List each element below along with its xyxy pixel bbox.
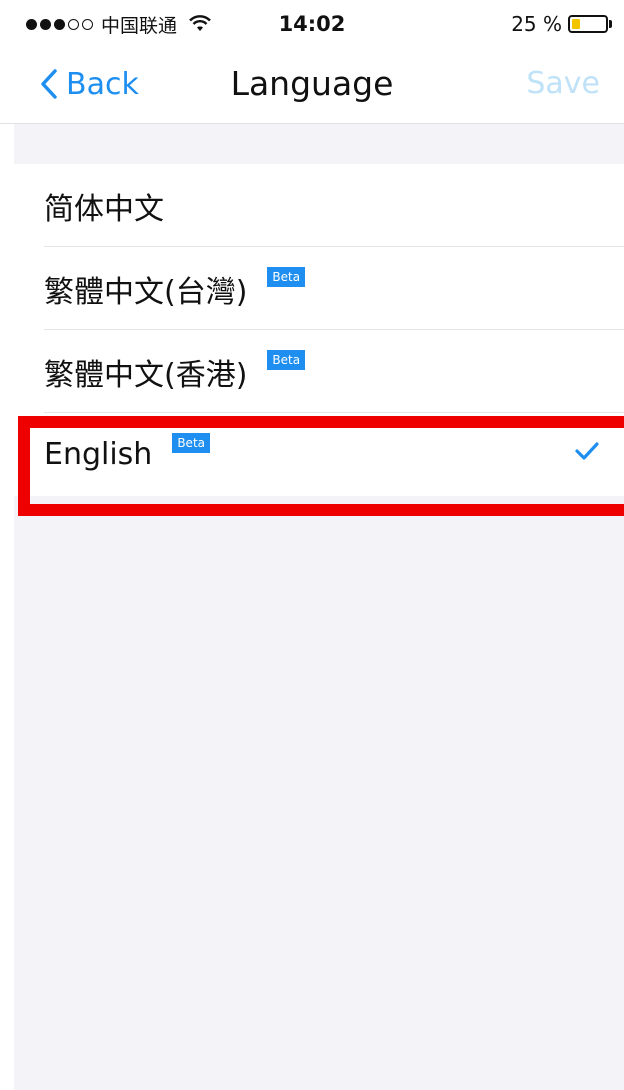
language-option-traditional-chinese-hongkong[interactable]: 繁體中文(香港) Beta: [14, 330, 624, 413]
checkmark-icon: [574, 441, 600, 465]
status-bar: 中国联通 14:02 25 %: [0, 0, 624, 48]
battery-tip: [609, 20, 612, 28]
language-label: 繁體中文(香港): [44, 357, 248, 393]
beta-badge: Beta: [172, 433, 211, 453]
language-list: 简体中文 繁體中文(台灣) Beta 繁體中文(香港) Beta English…: [14, 164, 624, 496]
save-button[interactable]: Save: [526, 62, 600, 106]
language-label: 简体中文: [44, 191, 164, 227]
beta-badge: Beta: [267, 267, 306, 287]
navigation-bar: Back Language Save: [0, 48, 624, 124]
language-option-traditional-chinese-taiwan[interactable]: 繁體中文(台灣) Beta: [14, 247, 624, 330]
language-label: 繁體中文(台灣): [44, 274, 248, 310]
language-label: English: [44, 437, 153, 472]
battery-percent: 25 %: [511, 12, 562, 36]
beta-badge: Beta: [267, 350, 306, 370]
battery-icon: [568, 15, 608, 33]
language-option-simplified-chinese[interactable]: 简体中文: [14, 164, 624, 247]
language-option-english[interactable]: English Beta: [14, 413, 624, 496]
status-right: 25 %: [511, 10, 612, 38]
battery-level: [572, 19, 580, 29]
content-area: 简体中文 繁體中文(台灣) Beta 繁體中文(香港) Beta English…: [14, 124, 624, 1090]
